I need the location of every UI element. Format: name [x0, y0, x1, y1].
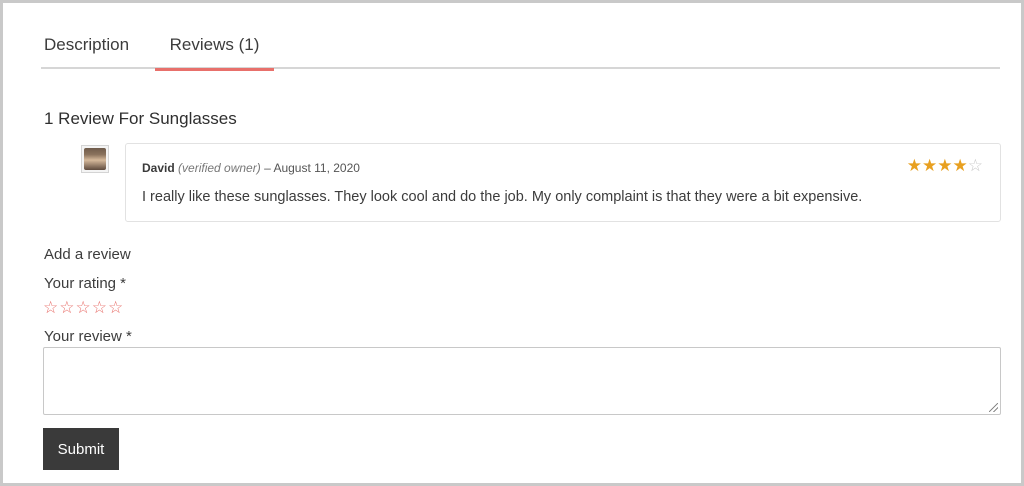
avatar — [81, 145, 109, 173]
rating-label: Your rating * — [44, 275, 127, 292]
star-filled-icon: ★ — [906, 156, 922, 175]
review-date: August 11, 2020 — [273, 161, 360, 175]
star-filled-icon: ★ — [937, 156, 953, 175]
review-meta: David (verified owner) – August 11, 2020 — [142, 161, 360, 175]
review-text: I really like these sunglasses. They loo… — [142, 189, 863, 205]
rating-star-3-icon[interactable]: ☆ — [76, 298, 92, 317]
resize-handle-icon[interactable] — [989, 403, 998, 412]
review-separator: – — [264, 161, 271, 175]
star-empty-icon: ☆ — [967, 156, 983, 175]
rating-star-2-icon[interactable]: ☆ — [59, 298, 75, 317]
tab-reviews[interactable]: Reviews (1) — [155, 35, 274, 71]
rating-input: ☆☆☆☆☆ — [43, 298, 124, 318]
reviews-panel: Description Reviews (1) 1 Review For Sun… — [0, 0, 1024, 486]
verified-owner-label: (verified owner) — [178, 161, 261, 175]
submit-button[interactable]: Submit — [43, 428, 119, 470]
star-filled-icon: ★ — [922, 156, 938, 175]
tab-description[interactable]: Description — [44, 35, 129, 67]
review-label: Your review * — [44, 328, 132, 345]
add-review-heading: Add a review — [44, 246, 131, 263]
star-filled-icon: ★ — [952, 156, 968, 175]
review-card: David (verified owner) – August 11, 2020… — [125, 143, 1001, 222]
rating-star-1-icon[interactable]: ☆ — [43, 298, 59, 317]
avatar-image — [84, 148, 106, 170]
rating-star-5-icon[interactable]: ☆ — [108, 298, 124, 317]
rating-star-4-icon[interactable]: ☆ — [92, 298, 108, 317]
tab-bar: Description Reviews (1) — [41, 27, 1000, 71]
reviews-heading: 1 Review For Sunglasses — [44, 109, 237, 128]
review-star-rating: ★★★★☆ — [907, 157, 983, 175]
review-textarea[interactable] — [43, 347, 1001, 415]
review-author: David — [142, 161, 175, 175]
